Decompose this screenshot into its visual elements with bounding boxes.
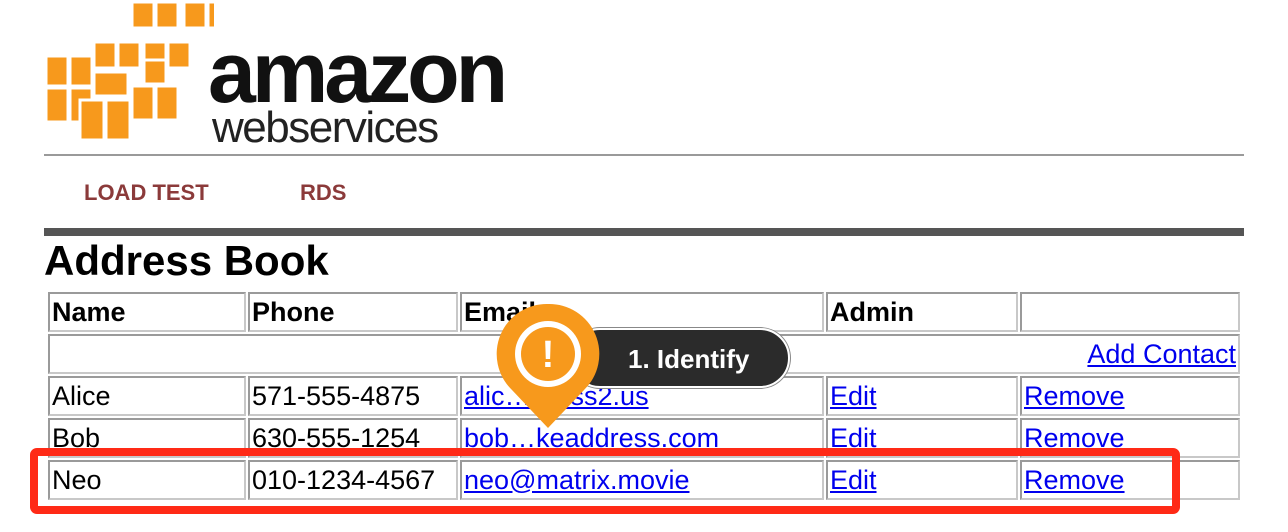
aws-logo: amazon webservices bbox=[44, 0, 508, 152]
page-title: Address Book bbox=[44, 237, 329, 284]
step-label: 1. Identify bbox=[628, 344, 750, 374]
highlight-box bbox=[30, 448, 1180, 514]
contact-name: Alice bbox=[48, 376, 246, 416]
nav-divider bbox=[44, 228, 1244, 236]
step-label-pill: 1. Identify bbox=[570, 328, 790, 388]
remove-cell: Remove bbox=[1020, 376, 1240, 416]
column-header-name: Name bbox=[48, 292, 246, 332]
contact-phone: 571-555-4875 bbox=[248, 376, 458, 416]
aws-cubes-icon bbox=[44, 0, 214, 142]
column-header-phone: Phone bbox=[248, 292, 458, 332]
column-header-admin: Admin bbox=[826, 292, 1018, 332]
nav-link-load-test[interactable]: LOAD TEST bbox=[84, 180, 209, 206]
header-divider bbox=[44, 154, 1244, 156]
exclamation-marker-icon: ! bbox=[496, 303, 600, 428]
edit-cell: Edit bbox=[826, 376, 1018, 416]
nav-link-rds[interactable]: RDS bbox=[300, 180, 346, 206]
add-contact-link[interactable]: Add Contact bbox=[1087, 339, 1236, 369]
table-header-row: Name Phone Email Admin bbox=[48, 292, 1240, 332]
edit-link[interactable]: Edit bbox=[830, 381, 877, 411]
column-header-admin-spacer bbox=[1020, 292, 1240, 332]
logo-wordmark-webservices: webservices bbox=[212, 103, 439, 152]
remove-link[interactable]: Remove bbox=[1024, 381, 1125, 411]
marker-glyph: ! bbox=[542, 334, 555, 376]
